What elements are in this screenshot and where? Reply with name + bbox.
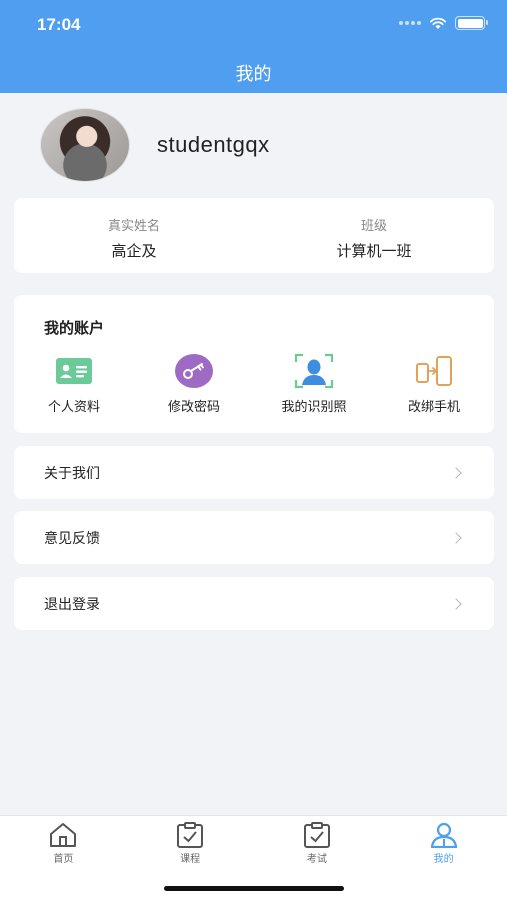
class-label: 班级	[360, 219, 387, 234]
face-photo-label: 我的识别照	[281, 400, 347, 415]
clipboard-check-icon	[303, 822, 330, 848]
key-icon	[174, 353, 214, 389]
change-password-button[interactable]: 修改密码	[134, 353, 254, 415]
username: studentgqx	[157, 132, 270, 157]
face-photo-button[interactable]: 我的识别照	[254, 353, 374, 415]
face-scan-icon	[294, 353, 334, 389]
real-name-field: 真实姓名 高企及	[14, 198, 254, 273]
avatar[interactable]	[40, 108, 130, 182]
wifi-icon	[429, 17, 447, 29]
about-us-row[interactable]: 关于我们	[14, 446, 494, 499]
about-us-label: 关于我们	[44, 465, 100, 482]
feedback-row[interactable]: 意见反馈	[14, 511, 494, 564]
personal-info-button[interactable]: 个人资料	[14, 353, 134, 415]
logout-label: 退出登录	[44, 596, 100, 613]
id-card-icon	[54, 353, 94, 389]
chevron-right-icon	[450, 531, 462, 544]
tab-courses[interactable]: 课程	[127, 816, 254, 871]
tab-home-label: 首页	[53, 854, 74, 865]
feedback-label: 意见反馈	[44, 530, 100, 547]
cellular-signal-icon	[399, 21, 421, 25]
logout-row[interactable]: 退出登录	[14, 577, 494, 630]
change-password-label: 修改密码	[167, 400, 220, 415]
home-indicator[interactable]	[164, 886, 344, 891]
change-phone-label: 改绑手机	[407, 400, 460, 415]
phone-switch-icon	[414, 353, 454, 389]
home-icon	[50, 823, 77, 847]
chevron-right-icon	[450, 597, 462, 610]
real-name-label: 真实姓名	[107, 219, 160, 234]
tab-mine-label: 我的	[433, 854, 454, 865]
account-items: 个人资料 修改密码 我的识别照 改绑手机	[14, 353, 494, 415]
clipboard-check-icon	[177, 822, 204, 848]
tab-mine[interactable]: 我的	[380, 816, 507, 871]
personal-info-label: 个人资料	[47, 400, 100, 415]
real-name-value: 高企及	[111, 242, 157, 260]
account-title: 我的账户	[44, 319, 105, 337]
account-card: 我的账户 个人资料 修改密码 我的识别照 改绑手机	[14, 295, 494, 433]
user-icon	[430, 822, 457, 848]
class-field: 班级 计算机一班	[254, 198, 494, 273]
top-header: 17:04 我的	[0, 0, 507, 93]
battery-icon	[455, 16, 488, 30]
class-value: 计算机一班	[336, 242, 412, 260]
info-card: 真实姓名 高企及 班级 计算机一班	[14, 198, 494, 273]
status-time: 17:04	[37, 15, 81, 34]
tab-courses-label: 课程	[180, 854, 201, 865]
tab-exams-label: 考试	[306, 854, 327, 865]
tab-home[interactable]: 首页	[0, 816, 127, 871]
page-title: 我的	[235, 64, 272, 85]
change-phone-button[interactable]: 改绑手机	[374, 353, 494, 415]
chevron-right-icon	[450, 466, 462, 479]
status-indicators	[399, 16, 488, 30]
tab-exams[interactable]: 考试	[254, 816, 381, 871]
profile-section[interactable]: studentgqx	[40, 108, 270, 182]
